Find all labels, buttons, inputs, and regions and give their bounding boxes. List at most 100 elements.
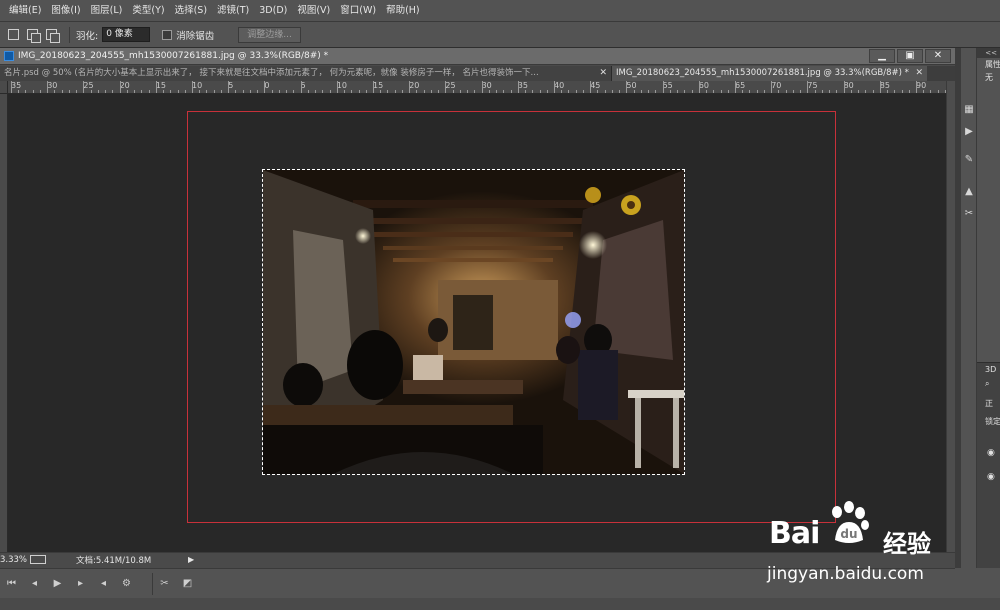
ruler-tick — [242, 90, 244, 93]
ruler-tick — [655, 90, 657, 93]
ruler-tick — [539, 90, 541, 93]
vertical-ruler[interactable] — [0, 94, 8, 552]
menu-type[interactable]: 类型(Y) — [127, 0, 169, 22]
add-to-selection-icon[interactable] — [27, 29, 41, 43]
lock-label: 锁定 — [985, 417, 1000, 426]
tab-photo[interactable]: IMG_20180623_204555_mh1530007261881.jpg … — [612, 66, 927, 81]
menu-3d[interactable]: 3D(D) — [254, 0, 292, 22]
ruler-tick — [300, 81, 302, 93]
zoom-level[interactable]: 3.33% — [0, 555, 27, 565]
settings-icon[interactable]: ⚙ — [115, 578, 138, 589]
horizontal-ruler[interactable]: 35 30 25 20 15 10 5 0 5 10 15 20 25 30 35 40 45 50 55 60 65 7… — [8, 81, 946, 94]
ruler-tick — [713, 90, 715, 93]
ruler-tick — [879, 81, 881, 93]
history-icon[interactable]: ▦ — [963, 104, 975, 116]
status-menu-arrow-icon[interactable]: ▶ — [188, 555, 194, 564]
refine-edge-button[interactable]: 调整边缘... — [238, 26, 301, 43]
tab-label: IMG_20180623_204555_mh1530007261881.jpg … — [616, 68, 909, 78]
baidu-paw-icon: du — [832, 501, 869, 543]
restore-button[interactable]: ▣ — [897, 49, 923, 63]
clone-source-icon[interactable]: ▲ — [963, 186, 975, 198]
brush-icon[interactable]: ✎ — [963, 154, 975, 166]
ruler-tick — [409, 81, 411, 93]
menu-edit[interactable]: 编辑(E) — [4, 0, 46, 22]
split-scissors-icon[interactable]: ✂ — [153, 578, 176, 589]
collapse-panel-icon[interactable]: << — [977, 48, 1000, 58]
menu-view[interactable]: 视图(V) — [292, 0, 335, 22]
ruler-tick — [901, 90, 903, 93]
ruler-tick — [720, 90, 722, 93]
ruler-tick — [467, 90, 469, 93]
actions-icon[interactable]: ▶ — [963, 126, 975, 138]
ruler-tick — [249, 90, 251, 93]
ruler-tick — [105, 90, 107, 93]
ruler-tick — [119, 81, 121, 93]
close-tab-icon[interactable]: ✕ — [599, 66, 607, 81]
status-toggle-icon[interactable] — [30, 555, 46, 564]
previous-frame-icon[interactable]: ◂ — [23, 578, 46, 589]
search-icon[interactable]: ⌕ — [977, 377, 1000, 391]
document-title-bar[interactable]: IMG_20180623_204555_mh1530007261881.jpg … — [0, 48, 955, 65]
menu-layer[interactable]: 图层(L) — [86, 0, 128, 22]
ruler-tick — [213, 90, 215, 93]
ruler-tick — [648, 90, 650, 93]
ruler-tick — [293, 90, 295, 93]
new-selection-icon[interactable] — [8, 29, 19, 40]
tool-presets-icon[interactable]: ✂ — [963, 208, 975, 220]
menu-help[interactable]: 帮助(H) — [381, 0, 425, 22]
ruler-tick — [561, 90, 563, 93]
canvas-workspace[interactable] — [8, 94, 946, 552]
ruler-label: 45 — [590, 81, 601, 90]
vertical-scrollbar[interactable] — [946, 81, 955, 552]
first-frame-icon[interactable]: ⏮ — [0, 578, 23, 589]
ruler-label: 35 — [517, 81, 528, 90]
baidu-jingyan-watermark: Bai du 经验 jingyan.baidu.com — [765, 498, 955, 593]
blend-mode-select[interactable]: 正 — [977, 397, 1000, 411]
ruler-tick — [192, 81, 193, 93]
next-frame-icon[interactable]: ▸ — [69, 578, 92, 589]
visibility-eye-icon[interactable]: ◉ — [987, 447, 999, 459]
menu-window[interactable]: 窗口(W) — [335, 0, 381, 22]
ruler-tick — [597, 90, 599, 93]
menu-image[interactable]: 图像(I) — [46, 0, 85, 22]
ruler-label: 60 — [698, 81, 709, 90]
ruler-label: 65 — [735, 81, 746, 90]
ruler-tick — [380, 90, 382, 93]
ruler-label: 85 — [879, 81, 890, 90]
ruler-tick — [785, 90, 787, 93]
ruler-origin[interactable] — [0, 81, 8, 94]
close-button[interactable]: ✕ — [925, 49, 951, 63]
tab-business-card[interactable]: 名片.psd @ 50% (名片的大小基本上显示出来了， 接下来就是往文档中添加… — [0, 66, 612, 81]
visibility-eye-icon[interactable]: ◉ — [987, 471, 999, 483]
tab-3d[interactable]: 3D — [977, 363, 1000, 377]
ruler-tick — [923, 90, 925, 93]
ruler-tick — [336, 81, 338, 93]
cafe-photo[interactable] — [262, 169, 685, 475]
minimize-button[interactable]: ▁ — [869, 49, 895, 63]
ruler-tick — [97, 90, 99, 93]
ruler-tick — [677, 90, 679, 93]
panel-icon-strip: ▦ ▶ ✎ ▲ ✂ — [961, 48, 977, 568]
menu-filter[interactable]: 滤镜(T) — [212, 0, 254, 22]
antialias-checkbox[interactable] — [162, 29, 173, 40]
ruler-tick — [865, 90, 867, 93]
ruler-tick — [430, 90, 432, 93]
feather-input[interactable]: 0 像素 — [102, 27, 151, 42]
ruler-tick — [199, 90, 201, 93]
menu-select[interactable]: 选择(S) — [170, 0, 212, 22]
audio-icon[interactable]: ◂ — [92, 578, 115, 589]
ruler-tick — [698, 81, 700, 93]
tab-properties[interactable]: 属性 — [977, 58, 1000, 71]
play-icon[interactable]: ▶ — [46, 578, 69, 589]
ruler-tick — [850, 90, 852, 93]
layers-panel: 3D ⌕ 正 锁定 ◉ ◉ — [977, 362, 1000, 568]
subtract-from-selection-icon[interactable] — [46, 29, 60, 43]
transition-icon[interactable]: ◩ — [176, 578, 199, 589]
ruler-tick — [858, 90, 860, 93]
ruler-tick — [735, 81, 736, 93]
ruler-tick — [344, 90, 346, 93]
ruler-tick — [365, 90, 367, 93]
document-title: IMG_20180623_204555_mh1530007261881.jpg … — [18, 51, 329, 61]
ruler-tick — [387, 90, 389, 93]
close-tab-icon[interactable]: ✕ — [915, 66, 923, 81]
